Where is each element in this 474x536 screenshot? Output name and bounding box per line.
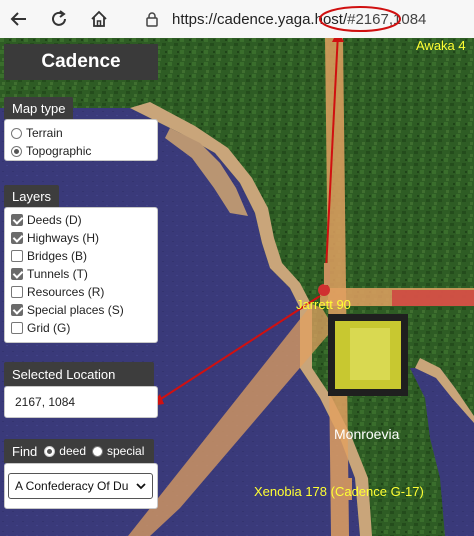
layer-deeds[interactable]: Deeds (D) xyxy=(11,211,151,229)
selected-location-value: 2167, 1084 xyxy=(15,395,76,409)
terrain-radio[interactable] xyxy=(11,127,22,139)
find-panel-header: Find deed special xyxy=(4,439,154,463)
grid-label: Grid (G) xyxy=(27,321,71,335)
app-title: Cadence xyxy=(4,44,158,80)
layer-special-places[interactable]: Special places (S) xyxy=(11,301,151,319)
grid-checkbox[interactable] xyxy=(11,322,23,334)
layers-panel: Deeds (D) Highways (H) Bridges (B) Tunne… xyxy=(4,207,158,343)
layer-tunnels[interactable]: Tunnels (T) xyxy=(11,265,151,283)
highways-checkbox[interactable] xyxy=(11,232,23,244)
highways-label: Highways (H) xyxy=(27,231,100,245)
tunnels-checkbox[interactable] xyxy=(11,268,23,280)
terrain-label: Terrain xyxy=(26,126,63,140)
deeds-checkbox[interactable] xyxy=(11,214,23,226)
deeds-label: Deeds (D) xyxy=(27,213,82,227)
chevron-down-icon xyxy=(136,483,146,490)
topographic-label: Topographic xyxy=(26,144,92,158)
url-annotation-circle xyxy=(319,6,401,32)
layer-bridges[interactable]: Bridges (B) xyxy=(11,247,151,265)
map-label-awaka[interactable]: Awaka 4 xyxy=(416,38,466,53)
find-deed-radio[interactable] xyxy=(44,445,56,457)
home-icon[interactable] xyxy=(86,6,112,32)
special-places-checkbox[interactable] xyxy=(11,304,23,316)
back-arrow-icon[interactable] xyxy=(6,6,32,32)
layer-grid[interactable]: Grid (G) xyxy=(11,319,151,337)
map-type-option-terrain[interactable]: Terrain xyxy=(11,124,151,142)
bridges-label: Bridges (B) xyxy=(27,249,88,263)
lock-icon xyxy=(146,12,158,27)
map-type-panel: Terrain Topographic xyxy=(4,119,158,161)
layer-resources[interactable]: Resources (R) xyxy=(11,283,151,301)
resources-checkbox[interactable] xyxy=(11,286,23,298)
refresh-icon[interactable] xyxy=(46,6,72,32)
find-select-value: A Confederacy Of Du xyxy=(15,479,129,493)
tunnels-label: Tunnels (T) xyxy=(27,267,88,281)
map-label-jarrett[interactable]: Jarrett 90 xyxy=(296,297,351,312)
special-places-label: Special places (S) xyxy=(27,303,124,317)
map-label-monroevia[interactable]: Monroevia xyxy=(334,426,399,442)
layer-highways[interactable]: Highways (H) xyxy=(11,229,151,247)
map-type-option-topographic[interactable]: Topographic xyxy=(11,142,151,160)
selected-location-panel: 2167, 1084 xyxy=(4,386,158,418)
topographic-radio[interactable] xyxy=(11,145,22,157)
find-select[interactable]: A Confederacy Of Du xyxy=(8,473,153,499)
bridges-checkbox[interactable] xyxy=(11,250,23,262)
find-deed-label: deed xyxy=(59,444,86,458)
browser-toolbar: https://cadence.yaga.host/#2167,1084 xyxy=(0,0,474,39)
map-type-title: Map type xyxy=(4,97,74,119)
find-special-label: special xyxy=(107,444,145,458)
resources-label: Resources (R) xyxy=(27,285,105,299)
map-label-xenobia[interactable]: Xenobia 178 (Cadence G-17) xyxy=(254,484,424,499)
layers-title: Layers xyxy=(4,185,60,207)
find-label: Find xyxy=(12,443,38,459)
find-special-radio[interactable] xyxy=(92,445,103,457)
selected-location-title: Selected Location xyxy=(4,362,154,386)
